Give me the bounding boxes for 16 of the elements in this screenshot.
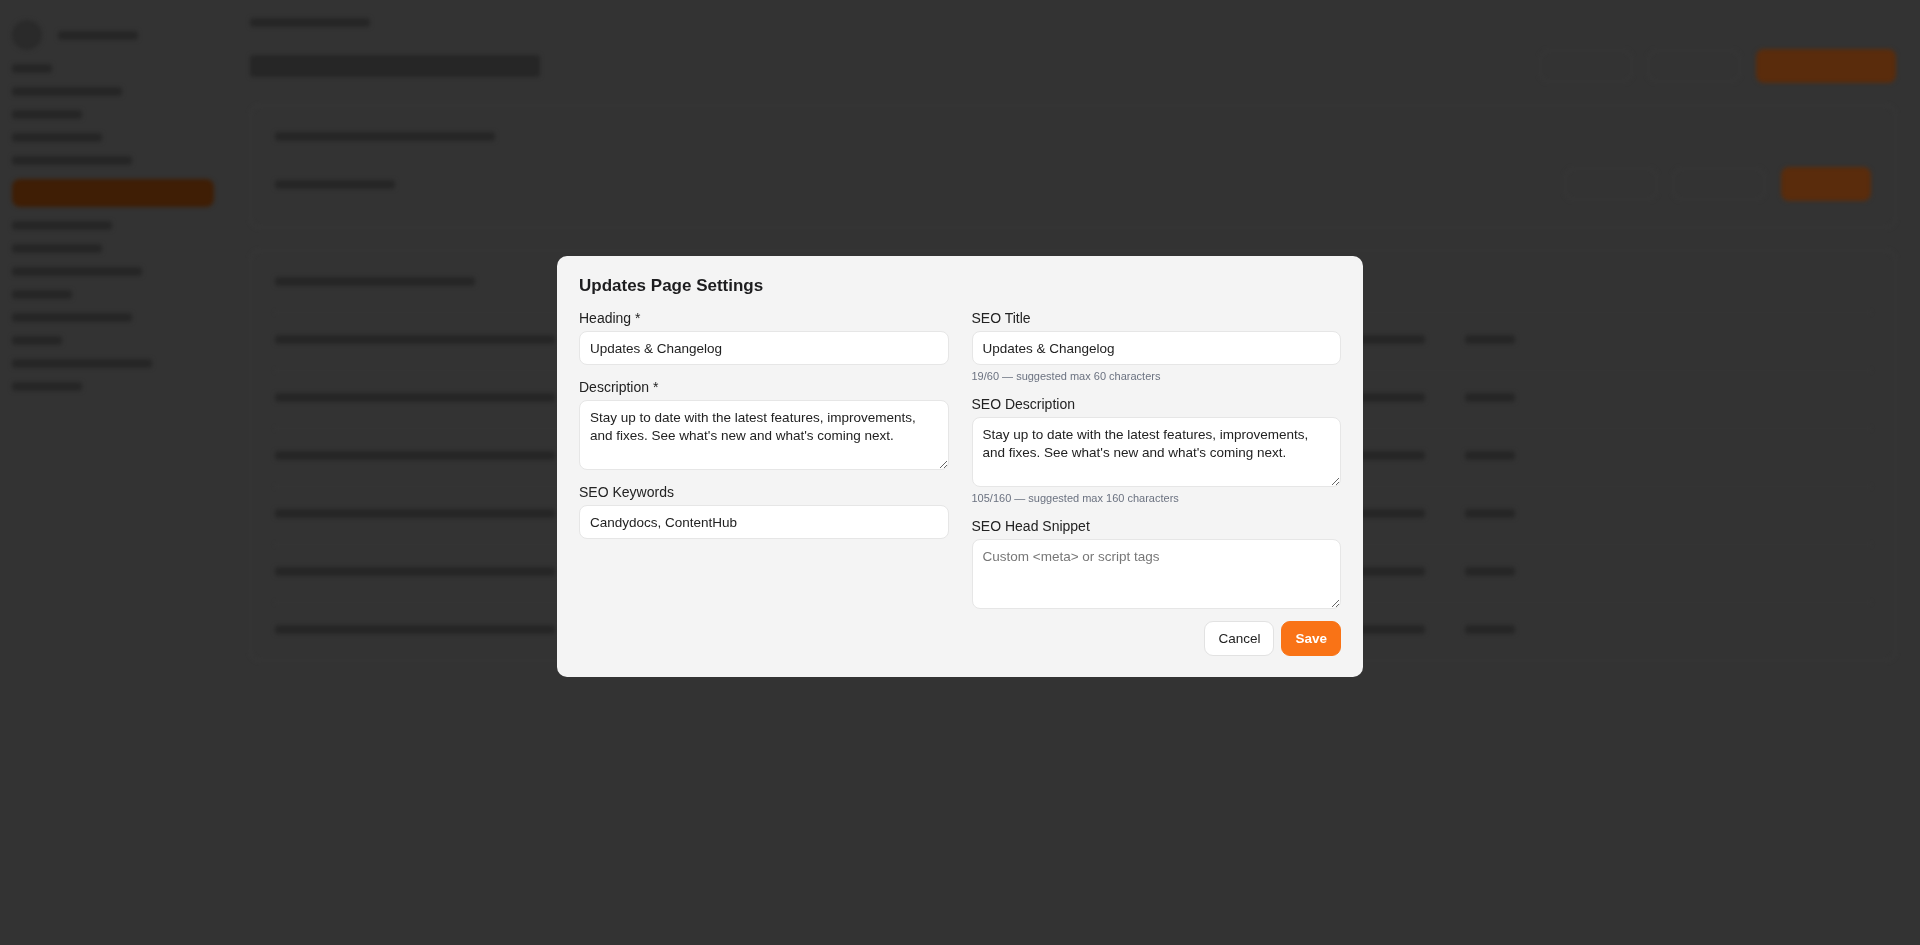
field-label: SEO Description <box>971 396 1075 412</box>
field-label: Heading * <box>579 310 641 326</box>
field-label: SEO Head Snippet <box>971 518 1090 534</box>
field-label: SEO Title <box>971 310 1031 326</box>
dialog-title: Updates Page Settings <box>579 276 765 296</box>
cancel-button[interactable]: Cancel <box>1204 621 1275 656</box>
text-area-field[interactable]: Stay up to date with the latest features, improvements, and fixes. See what's new and what's coming next. <box>971 417 1341 487</box>
character-count-hint: 105/160 — suggested max 160 characters <box>971 492 1179 504</box>
text-field[interactable]: Updates & Changelog <box>971 331 1341 365</box>
text-field[interactable]: Candydocs, ContentHub <box>579 505 949 539</box>
character-count-hint: 19/60 — suggested max 60 characters <box>971 370 1161 382</box>
text-area-field[interactable]: Custom <meta> or script tags <box>971 539 1341 609</box>
text-area-field[interactable]: Stay up to date with the latest features, improvements, and fixes. See what's new and what's coming next. <box>579 400 949 470</box>
field-label: Description * <box>579 379 659 395</box>
text-field[interactable]: Updates & Changelog <box>579 331 949 365</box>
field-label: SEO Keywords <box>579 484 674 500</box>
